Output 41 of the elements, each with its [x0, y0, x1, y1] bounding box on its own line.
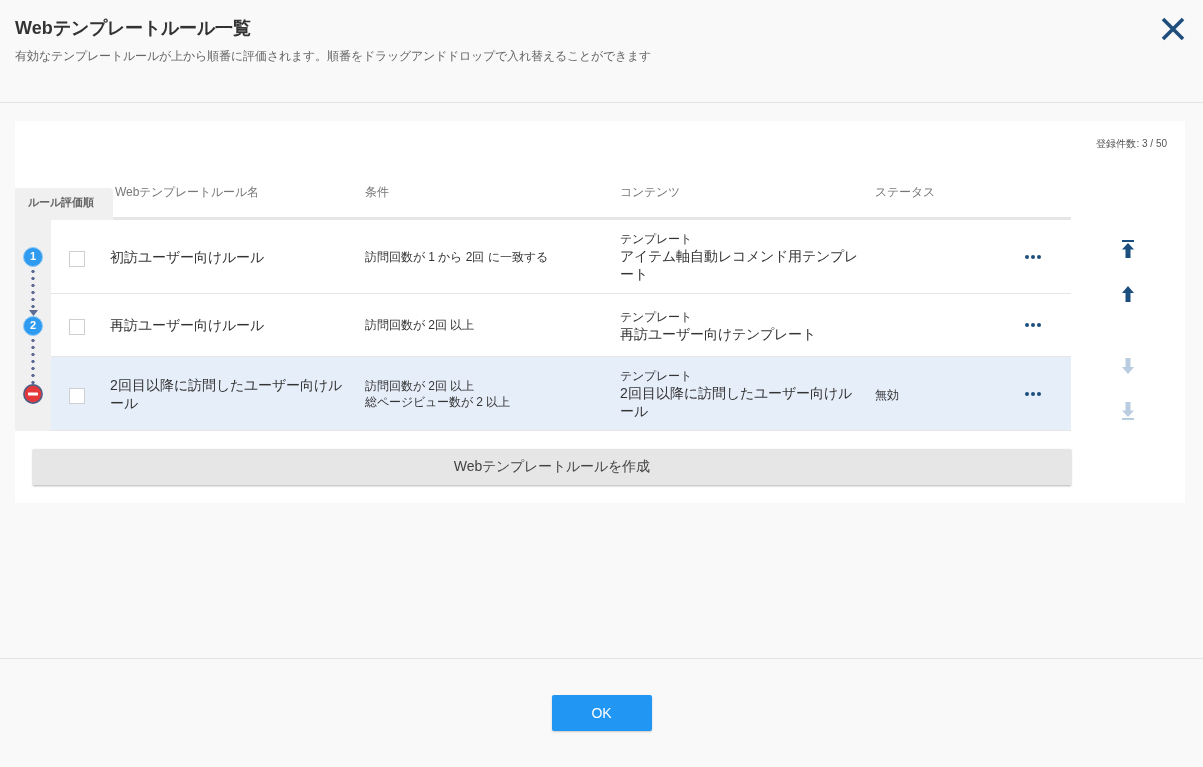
condition-text: 総ページビュー数が 2 以上 — [365, 393, 512, 410]
more-icon — [1025, 254, 1041, 259]
dotted-connector — [28, 336, 38, 384]
close-icon — [1161, 17, 1185, 41]
column-header: Webテンプレートルール名 — [115, 185, 260, 199]
dialog-description: 有効なテンプレートルールが上から順番に評価されます。順番をドラッグアンドドロップで入れ替えることができます — [15, 48, 651, 64]
close-button[interactable] — [1161, 17, 1185, 41]
rule-name: 初訪ユーザー向けルール — [110, 248, 264, 265]
order-column-label: ルール評価順 — [15, 188, 113, 220]
create-rule-button[interactable]: Webテンプレートルールを作成 — [33, 449, 1071, 485]
content-name: 2回目以降に訪問したユーザー向けルール — [620, 384, 853, 420]
column-header: 条件 — [365, 185, 389, 199]
status-text: 無効 — [875, 387, 899, 402]
order-number: 1 — [23, 247, 43, 267]
row-menu-button[interactable] — [1025, 254, 1041, 259]
column-header: ステータス — [875, 185, 935, 199]
dotted-connector — [28, 268, 38, 316]
content-type-label: テンプレート — [620, 309, 692, 324]
rule-name: 2回目以降に訪問したユーザー向けルール — [110, 376, 342, 411]
move-to-top-button[interactable] — [1122, 240, 1134, 258]
row-checkbox[interactable] — [69, 250, 85, 267]
condition-text: 訪問回数が 2回 以上 — [365, 317, 476, 333]
column-header: コンテンツ — [620, 185, 680, 199]
more-icon — [1025, 323, 1041, 327]
row-checkbox[interactable] — [69, 387, 85, 404]
dialog-title: Webテンプレートルール一覧 — [15, 17, 252, 40]
more-icon — [1025, 391, 1041, 396]
table-row[interactable]: 2回目以降に訪問したユーザー向けルール 訪問回数が 2回 以上 総ページビュー数が 2 以上 テンプレート 2回目以降に訪問したユーザー向けルール 無効 — [51, 357, 1071, 431]
condition-text: 訪問回数が 2回 以上 — [365, 377, 476, 394]
content-name: 再訪ユーザー向けテンプレート — [620, 324, 817, 343]
condition-text: 訪問回数が 1 から 2回 に一致する — [365, 248, 549, 265]
registration-count: 登録件数: 3 / 50 — [1096, 137, 1167, 151]
row-menu-button[interactable] — [1025, 323, 1041, 327]
content-type-label: テンプレート — [620, 369, 692, 383]
rule-name: 再訪ユーザー向けルール — [110, 317, 264, 333]
content-name: アイテム軸自動レコメンド用テンプレート — [620, 247, 859, 283]
order-number: 2 — [23, 315, 43, 336]
move-up-button[interactable] — [1122, 285, 1134, 303]
row-menu-button[interactable] — [1025, 391, 1041, 396]
row-checkbox[interactable] — [69, 319, 85, 335]
content-type-label: テンプレート — [620, 232, 692, 246]
